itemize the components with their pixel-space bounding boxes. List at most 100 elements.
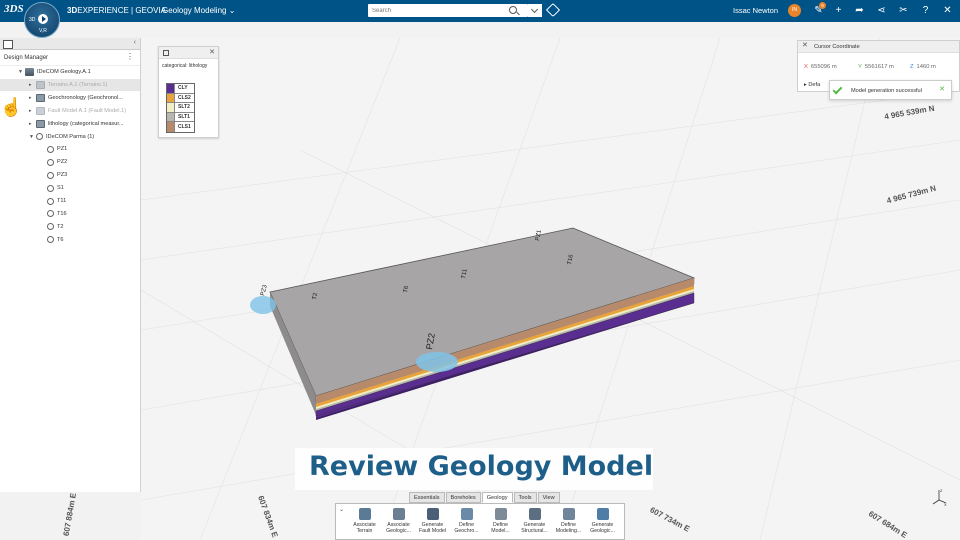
help-icon[interactable]: ? — [919, 4, 932, 17]
action-bar: ⌄ Associate Terrain Associate Geologic...… — [335, 503, 625, 540]
review-title-overlay: Review Geology Model — [295, 448, 653, 490]
legend-item: SLT2 — [167, 103, 194, 113]
default-section[interactable]: ▸ Defa — [804, 82, 820, 88]
expand-toggle-icon[interactable]: ▼ — [29, 134, 36, 140]
expand-toggle-icon[interactable]: ▸ — [29, 95, 36, 101]
tree-item[interactable]: T16 — [0, 208, 140, 220]
action-button[interactable]: Associate Geologic... — [382, 508, 415, 534]
legend-swatch — [167, 122, 175, 132]
tab-boreholes[interactable]: Boreholes — [445, 492, 481, 503]
action-button-label: Define Model... — [491, 522, 510, 534]
action-button[interactable]: Generate Fault Model — [416, 508, 449, 534]
legend-label: SLT1 — [178, 113, 190, 120]
notification-badge: 9 — [819, 2, 826, 9]
axis-triad[interactable]: Z X — [930, 488, 948, 506]
share-icon[interactable]: ➦ — [853, 4, 866, 17]
action-button[interactable]: Generate Geologic... — [586, 508, 619, 534]
search-input[interactable] — [368, 4, 498, 17]
legend-grid-icon — [163, 50, 169, 56]
tree-item[interactable]: ▸ lithology (categorical measur... — [0, 118, 140, 130]
tree-item[interactable]: S1 — [0, 182, 140, 194]
action-button[interactable]: Generate Structural... — [518, 508, 551, 534]
chevron-down-icon[interactable]: ⌄ — [339, 506, 344, 513]
add-icon[interactable]: + — [832, 4, 845, 17]
expand-toggle-icon[interactable]: ▼ — [18, 69, 25, 75]
tag-icon[interactable] — [545, 2, 561, 18]
tree-item[interactable]: PZ1 — [0, 143, 140, 155]
command-icon — [494, 508, 507, 520]
tree-item[interactable]: ▼ IDeCOM Parma (1) — [0, 131, 140, 143]
lithology-legend-window[interactable]: ✕ categorical: lithology CLY CLS2 SLT2 SLT1… — [158, 46, 219, 138]
expand-toggle-icon[interactable]: ▸ — [29, 121, 36, 127]
action-button-label: Define Geochro... — [454, 522, 479, 534]
app-title-dropdown[interactable]: Geology Modeling ⌄ — [162, 6, 235, 15]
action-bar-tabs: Essentials Boreholes Geology Tools View — [409, 492, 561, 503]
axis-x-label: X — [944, 502, 947, 506]
panel-title: Design Manager — [4, 55, 49, 61]
tree-item[interactable]: T11 — [0, 195, 140, 207]
tree-item-label: IDeCOM Geology.A.1 — [37, 69, 91, 75]
tree-item[interactable]: T6 — [0, 234, 140, 246]
tree-item-label: lithology (categorical measur... — [48, 120, 124, 127]
tree-item[interactable]: T2 — [0, 221, 140, 233]
tree-item[interactable]: ▼ IDeCOM Geology.A.1 — [0, 66, 140, 78]
close-icon[interactable]: ✕ — [939, 85, 945, 93]
action-button[interactable]: Define Geochro... — [450, 508, 483, 534]
tab-geology[interactable]: Geology — [481, 492, 513, 503]
action-button-label: Associate Terrain — [353, 522, 376, 534]
compass-widget[interactable]: 3D V,R — [24, 2, 60, 38]
coord-titlebar[interactable]: ✕ Cursor Coordinate — [798, 41, 959, 53]
legend-item: CLY — [167, 84, 194, 94]
tree-item[interactable]: ▸ Terrains A.1 (Terrains.1) — [0, 78, 140, 91]
search-box[interactable] — [368, 4, 528, 17]
model-icon — [36, 119, 45, 128]
borehole-icon — [47, 171, 54, 179]
command-icon — [460, 508, 473, 520]
legend-item: CLS2 — [167, 93, 194, 103]
legend-swatch — [167, 93, 175, 102]
legend-label: CLS1 — [178, 123, 191, 130]
y-coordinate: Y 5561617 m — [858, 64, 894, 70]
action-button[interactable]: Associate Terrain — [348, 508, 381, 534]
coord-title: Cursor Coordinate — [814, 44, 860, 50]
z-coordinate: Z 1460 m — [910, 64, 936, 70]
panel-menu-icon[interactable]: ⋮ — [126, 52, 134, 61]
tree-item-label: PZ3 — [57, 172, 68, 179]
share-network-icon[interactable]: ⋖ — [875, 4, 888, 17]
close-icon[interactable]: ✕ — [209, 48, 215, 56]
overlay-title: Review Geology Model — [309, 451, 654, 482]
tree-item[interactable]: PZ3 — [0, 169, 140, 181]
collapse-panel-icon[interactable]: ‹ — [134, 39, 136, 46]
tree-item-label: T2 — [57, 223, 64, 230]
tools-icon[interactable]: ✂ — [897, 4, 910, 17]
borehole-icon — [47, 210, 54, 218]
axis-z-label: Z — [940, 488, 943, 493]
tree-item-label: Geochronology (Geochronol... — [48, 94, 123, 101]
action-button[interactable]: Define Modeling... — [552, 508, 585, 534]
borehole-icon — [47, 236, 54, 244]
expand-toggle-icon[interactable]: ▸ — [29, 108, 36, 114]
close-icon[interactable]: ✕ — [802, 41, 808, 49]
tree-item-label: PZ2 — [57, 159, 68, 166]
tab-essentials[interactable]: Essentials — [409, 492, 445, 503]
tab-view[interactable]: View — [537, 492, 560, 503]
model-icon — [36, 80, 45, 89]
tree-item-label: Terrains A.1 (Terrains.1) — [48, 81, 108, 88]
legend-table: CLY CLS2 SLT2 SLT1 CLS1 — [166, 83, 195, 133]
play-icon[interactable] — [38, 14, 48, 24]
search-icon[interactable] — [509, 6, 517, 14]
fullscreen-icon[interactable]: ✕ — [941, 4, 954, 17]
legend-label: CLS2 — [178, 94, 191, 101]
user-name[interactable]: Issac Newton — [733, 6, 778, 15]
tree-view-icon[interactable] — [3, 40, 13, 49]
ds-logo: 3DS — [4, 3, 24, 15]
avatar[interactable]: IN — [788, 4, 801, 17]
expand-toggle-icon[interactable]: ▸ — [29, 82, 36, 88]
borehole-icon — [47, 145, 54, 153]
search-options-button[interactable] — [528, 4, 542, 17]
tree-item[interactable]: PZ2 — [0, 156, 140, 168]
tab-tools[interactable]: Tools — [513, 492, 537, 503]
tree-item-label: T6 — [57, 236, 64, 243]
action-button[interactable]: Define Model... — [484, 508, 517, 534]
legend-titlebar[interactable]: ✕ — [159, 47, 218, 59]
